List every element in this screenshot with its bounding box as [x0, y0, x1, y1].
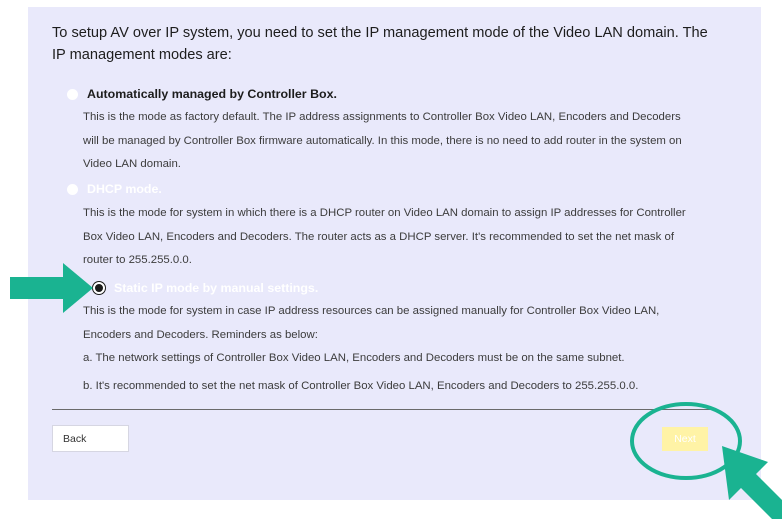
- radio-dhcp[interactable]: [67, 183, 78, 195]
- reminder-netmask: b. It's recommended to set the net mask …: [83, 380, 639, 392]
- radio-auto[interactable]: [67, 88, 78, 100]
- divider: [52, 409, 712, 410]
- intro-text: To setup AV over IP system, you need to …: [52, 25, 708, 63]
- reminder-subnet: a. The network settings of Controller Bo…: [83, 352, 625, 364]
- back-button[interactable]: Back: [52, 425, 129, 452]
- option-static-label: Static IP mode by manual settings.: [114, 281, 319, 295]
- option-dhcp-label: DHCP mode.: [87, 182, 162, 196]
- option-static-description: This is the mode for system in case IP a…: [83, 305, 660, 341]
- option-auto[interactable]: Automatically managed by Controller Box.: [67, 85, 337, 103]
- option-dhcp[interactable]: DHCP mode.: [67, 180, 162, 198]
- option-auto-label: Automatically managed by Controller Box.: [87, 87, 337, 101]
- stage: To setup AV over IP system, you need to …: [0, 0, 782, 520]
- next-button[interactable]: Next: [662, 427, 708, 451]
- radio-static[interactable]: [93, 282, 105, 294]
- option-static[interactable]: Static IP mode by manual settings.: [93, 279, 318, 297]
- option-dhcp-description: This is the mode for system in which the…: [83, 207, 686, 266]
- option-auto-description: This is the mode as factory default. The…: [83, 111, 682, 170]
